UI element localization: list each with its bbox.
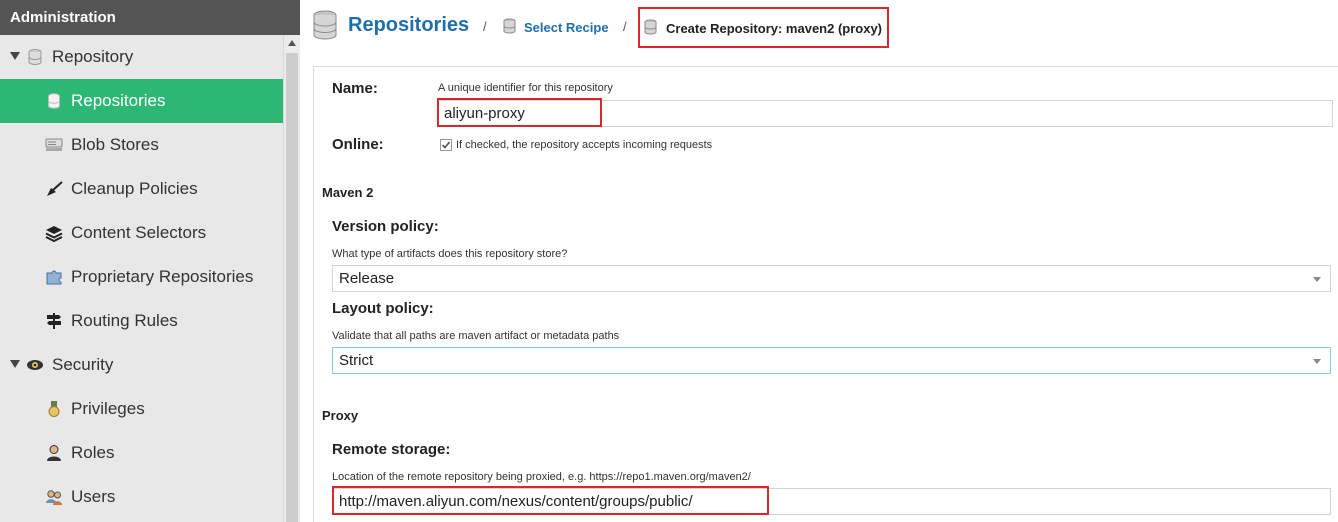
version-policy-select[interactable]: Release bbox=[332, 265, 1331, 292]
sidebar-item-proprietary-repositories[interactable]: Proprietary Repositories bbox=[0, 255, 283, 299]
sidebar-title: Administration bbox=[0, 0, 300, 35]
online-checkbox[interactable] bbox=[440, 139, 452, 151]
database-icon bbox=[28, 49, 42, 65]
collapse-toggle-icon[interactable] bbox=[10, 360, 20, 368]
online-help-text: If checked, the repository accepts incom… bbox=[456, 139, 713, 151]
sidebar-item-privileges[interactable]: Privileges bbox=[0, 387, 283, 431]
breadcrumb-current: Create Repository: maven2 (proxy) bbox=[638, 7, 889, 48]
sidebar-item-roles[interactable]: Roles bbox=[0, 431, 283, 475]
name-input[interactable] bbox=[437, 100, 1333, 127]
broom-icon bbox=[47, 181, 63, 196]
sidebar-item-content-selectors[interactable]: Content Selectors bbox=[0, 211, 283, 255]
navigation-tree: Repository Repositories Blob Stores Clea… bbox=[0, 35, 283, 519]
remote-storage-help: Location of the remote repository being … bbox=[332, 471, 751, 483]
remote-storage-label: Remote storage: bbox=[332, 441, 451, 458]
signpost-icon bbox=[47, 313, 61, 329]
breadcrumb-root-repositories[interactable]: Repositories bbox=[348, 14, 469, 37]
sidebar-item-repository[interactable]: Repository bbox=[0, 35, 283, 79]
admin-sidebar: Administration Repository Repositories B… bbox=[0, 0, 300, 522]
sidebar-item-label: Routing Rules bbox=[71, 311, 178, 330]
layout-policy-label: Layout policy: bbox=[332, 300, 434, 317]
sidebar-scrollbar[interactable] bbox=[283, 35, 300, 522]
puzzle-icon bbox=[46, 270, 62, 285]
chevron-down-icon bbox=[1313, 277, 1321, 282]
breadcrumb-current-label: Create Repository: maven2 (proxy) bbox=[666, 21, 883, 36]
layers-icon bbox=[45, 226, 63, 242]
maven-section-title: Maven 2 bbox=[322, 185, 374, 200]
sidebar-item-routing-rules[interactable]: Routing Rules bbox=[0, 299, 283, 343]
sidebar-item-repositories[interactable]: Repositories bbox=[0, 79, 283, 123]
layout-policy-value: Strict bbox=[339, 352, 374, 369]
sidebar-item-blob-stores[interactable]: Blob Stores bbox=[0, 123, 283, 167]
sidebar-item-users[interactable]: Users bbox=[0, 475, 283, 519]
scroll-up-arrow-icon[interactable] bbox=[288, 40, 296, 46]
name-help-text: A unique identifier for this repository bbox=[438, 82, 613, 94]
sidebar-item-security[interactable]: Security bbox=[0, 343, 283, 387]
layout-policy-select[interactable]: Strict bbox=[332, 347, 1331, 374]
chevron-down-icon bbox=[1313, 359, 1321, 364]
sidebar-item-label: Blob Stores bbox=[71, 135, 159, 154]
sidebar-item-label: Repository bbox=[52, 47, 134, 66]
database-icon bbox=[503, 18, 516, 34]
sidebar-item-label: Cleanup Policies bbox=[71, 179, 198, 198]
breadcrumb-select-recipe[interactable]: Select Recipe bbox=[524, 20, 609, 35]
proxy-section-title: Proxy bbox=[322, 408, 359, 423]
sidebar-item-label: Roles bbox=[71, 443, 115, 462]
remote-storage-input[interactable] bbox=[332, 488, 1331, 515]
breadcrumb-separator: / bbox=[623, 19, 627, 34]
sidebar-item-label: Proprietary Repositories bbox=[71, 267, 254, 286]
create-repository-form: Name: A unique identifier for this repos… bbox=[313, 66, 1338, 522]
medal-icon bbox=[48, 401, 60, 417]
sidebar-item-cleanup-policies[interactable]: Cleanup Policies bbox=[0, 167, 283, 211]
user-icon bbox=[47, 445, 61, 461]
users-icon bbox=[46, 490, 62, 505]
database-icon bbox=[313, 10, 337, 40]
version-policy-help: What type of artifacts does this reposit… bbox=[332, 248, 568, 260]
version-policy-value: Release bbox=[339, 270, 395, 287]
breadcrumb-separator: / bbox=[483, 19, 487, 34]
database-icon bbox=[644, 19, 657, 35]
scrollbar-thumb[interactable] bbox=[286, 53, 298, 522]
online-label: Online: bbox=[332, 136, 384, 153]
sidebar-item-label: Content Selectors bbox=[71, 223, 207, 242]
sidebar-item-label: Users bbox=[71, 487, 116, 506]
version-policy-label: Version policy: bbox=[332, 218, 439, 235]
sidebar-item-label: Repositories bbox=[71, 91, 166, 110]
collapse-toggle-icon[interactable] bbox=[10, 52, 20, 60]
layout-policy-help: Validate that all paths are maven artifa… bbox=[332, 330, 620, 342]
database-icon bbox=[48, 93, 60, 109]
sidebar-item-label: Security bbox=[52, 355, 114, 374]
eye-icon bbox=[27, 360, 43, 370]
name-label: Name: bbox=[332, 80, 378, 97]
server-icon bbox=[45, 138, 63, 151]
sidebar-item-label: Privileges bbox=[71, 399, 145, 418]
breadcrumb: Repositories / Select Recipe / Create Re… bbox=[300, 0, 1338, 56]
